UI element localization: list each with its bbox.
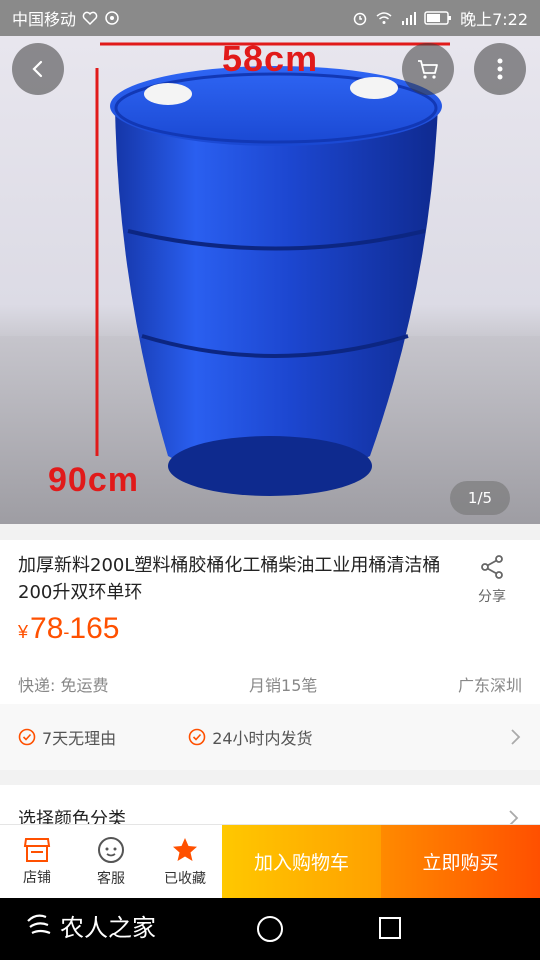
store-label: 店铺 (23, 869, 51, 886)
system-nav-bar: 农人之家 (0, 898, 540, 960)
share-button[interactable]: 分享 (468, 554, 516, 606)
vertical-dots-icon (497, 58, 503, 80)
service-guarantees-row[interactable]: 7天无理由 24小时内发货 (0, 704, 540, 770)
price-low: 78 (30, 612, 64, 645)
wifi-icon (376, 12, 392, 24)
signal-4g-icon (402, 12, 417, 25)
favorite-button[interactable]: 已收藏 (148, 825, 222, 898)
service-item: 24小时内发货 (188, 725, 313, 749)
width-dimension-label: 58cm (222, 38, 319, 79)
status-bar: 中国移动 晚上7:22 (0, 0, 540, 36)
seller-location: 广东深圳 (457, 676, 522, 695)
home-nav-button[interactable] (257, 916, 283, 942)
more-options-button[interactable] (474, 43, 526, 95)
product-info-card: 加厚新料200L塑料桶胶桶化工桶柴油工业用桶清洁桶200升双环单环 分享 ¥78… (0, 540, 540, 704)
check-circle-icon (18, 728, 36, 746)
shopping-cart-icon (418, 60, 438, 79)
cart-button[interactable] (402, 43, 454, 95)
service-item: 7天无理由 (18, 725, 116, 749)
battery-icon (424, 11, 452, 25)
product-meta-row: 快递: 免运费 月销15笔 广东深圳 (18, 672, 522, 696)
product-image-gallery[interactable]: 58cm 90cm 1/5 (0, 36, 540, 524)
chat-face-icon (98, 836, 124, 863)
favorite-label: 已收藏 (164, 870, 206, 887)
heart-rate-icon (82, 11, 98, 26)
store-icon (23, 837, 51, 862)
product-title: 加厚新料200L塑料桶胶桶化工桶柴油工业用桶清洁桶200升双环单环 (18, 555, 441, 603)
add-to-cart-button[interactable]: 加入购物车 (222, 825, 381, 898)
brand-watermark: 农人之家 (24, 908, 156, 943)
back-button[interactable] (12, 43, 64, 95)
share-icon (481, 555, 503, 579)
clock: 晚上7:22 (460, 10, 528, 29)
share-label: 分享 (478, 589, 506, 605)
carrier-label: 中国移动 (12, 10, 77, 29)
alarm-icon (353, 12, 367, 26)
service-label: 7天无理由 (42, 729, 117, 748)
brand-logo-icon (27, 914, 51, 934)
shipping-info: 快递: 免运费 (18, 676, 109, 695)
height-dimension-label: 90cm (48, 461, 139, 499)
currency-symbol: ¥ (18, 622, 29, 642)
sync-icon (105, 11, 119, 25)
price-high: 165 (69, 612, 120, 645)
check-circle-icon (188, 728, 206, 746)
monthly-sales: 月销15笔 (249, 676, 318, 695)
blue-drum-image (95, 42, 450, 496)
price: ¥78-165 (18, 612, 119, 646)
customer-service-button[interactable]: 客服 (74, 825, 148, 898)
chevron-right-icon (511, 729, 521, 745)
bottom-action-bar: 店铺 客服 已收藏 加入购物车 立即购买 (0, 824, 540, 898)
star-icon (173, 837, 197, 861)
customer-service-label: 客服 (97, 870, 125, 887)
image-page-indicator: 1/5 (450, 481, 510, 515)
store-button[interactable]: 店铺 (0, 825, 74, 898)
brand-name: 农人之家 (60, 914, 156, 942)
recent-apps-nav-button[interactable] (379, 917, 401, 939)
service-label: 24小时内发货 (212, 729, 313, 748)
chevron-left-icon (32, 60, 43, 78)
buy-now-button[interactable]: 立即购买 (381, 825, 540, 898)
